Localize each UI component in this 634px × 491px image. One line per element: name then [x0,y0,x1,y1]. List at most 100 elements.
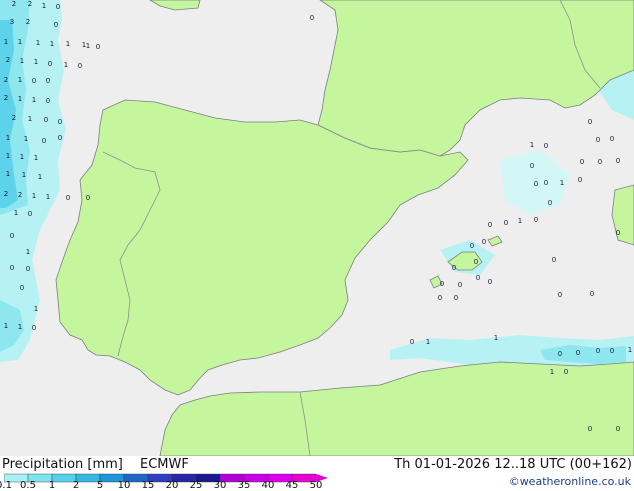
precip-value-label: 0 [44,116,48,124]
precip-value-label: 0 [10,264,14,272]
precip-value-label: 1 [426,338,430,346]
precip-value-label: 1 [530,141,534,149]
precip-value-label: 0 [46,77,50,85]
scale-tick-label: 0.1 [0,480,12,491]
precip-value-label: 0 [590,290,594,298]
credit-text[interactable]: ©weatheronline.co.uk [509,475,631,488]
precip-value-label: 2 [4,94,8,102]
precip-value-label: 0 [86,194,90,202]
precip-value-label: 0 [48,60,52,68]
scale-tick-label: 40 [261,480,275,491]
precip-value-label: 0 [488,278,492,286]
precip-value-label: 3 [10,18,14,26]
precip-value-label: 0 [504,219,508,227]
precip-value-label: 0 [20,284,24,292]
precip-value-label: 0 [476,274,480,282]
model-name: ECMWF [140,457,189,472]
precip-value-label: 0 [58,134,62,142]
scale-tick-label: 30 [213,480,227,491]
precip-value-label: 0 [610,347,614,355]
precip-value-label: 0 [474,258,478,266]
precip-value-label: 1 [32,192,36,200]
scale-tick-label: 0.5 [20,480,36,491]
precip-value-label: 1 [20,153,24,161]
precip-value-label: 0 [552,256,556,264]
precip-value-label: 1 [34,58,38,66]
scale-tick-label: 5 [96,480,104,491]
precip-value-label: 1 [550,368,554,376]
precip-value-label: 0 [454,294,458,302]
precip-value-label: 0 [458,281,462,289]
precip-value-label: 1 [26,248,30,256]
precip-value-label: 0 [66,194,70,202]
precip-value-label: 0 [438,294,442,302]
precip-value-label: 1 [66,40,70,48]
precip-value-label: 1 [20,57,24,65]
precip-value-label: 2 [12,114,16,122]
precip-value-label: 1 [86,42,90,50]
precip-value-label: 0 [616,229,620,237]
precip-value-label: 0 [558,350,562,358]
precip-value-label: 0 [596,347,600,355]
precip-value-label: 0 [32,324,36,332]
precip-value-label: 1 [36,39,40,47]
map-canvas: 2 2 1 03 2 01 1 1 1 1 1 02 1 1 0 1 02 1 0 02 1 1 02 1 0 01 1 01 1 11 1… [0,0,634,456]
precip-value-label: 1 [34,154,38,162]
precip-value-label: 1 [560,179,564,187]
precip-value-label: 1 [50,40,54,48]
precip-value-label: 0 [440,280,444,288]
scale-tick-label: 25 [189,480,203,491]
precip-value-label: 0 [578,176,582,184]
precip-value-label: 0 [452,264,456,272]
precip-value-label: 1 [18,323,22,331]
precip-value-label: 0 [610,135,614,143]
precip-value-label: 1 [64,61,68,69]
precip-value-label: 1 [6,170,10,178]
precip-value-label: 0 [616,157,620,165]
precip-value-label: 0 [534,216,538,224]
precip-value-label: 0 [558,291,562,299]
precip-value-label: 0 [580,158,584,166]
scale-tick-label: 20 [165,480,179,491]
precip-value-label: 0 [616,425,620,433]
scale-tick-label: 45 [285,480,299,491]
precip-value-label: 1 [628,346,632,354]
precip-value-label: 1 [38,173,42,181]
precip-value-label: 1 [6,134,10,142]
precip-value-label: 0 [28,210,32,218]
scale-tick-label: 2 [72,480,80,491]
precip-value-label: 0 [410,338,414,346]
precip-value-label: 2 [28,0,32,8]
precip-value-label: 2 [6,56,10,64]
precip-value-label: 1 [4,38,8,46]
precip-value-label: 1 [4,322,8,330]
precip-value-label: 1 [46,193,50,201]
precip-value-label: 0 [482,238,486,246]
precip-value-label: 0 [54,21,58,29]
precip-value-label: 0 [10,232,14,240]
legend-title: Precipitation [mm] [2,457,123,472]
precip-value-label: 0 [470,242,474,250]
precip-value-label: 1 [18,95,22,103]
precip-value-label: 0 [588,118,592,126]
precip-value-label: 0 [58,118,62,126]
map-footer: Precipitation [mm] ECMWF Th 01-01-2026 1… [0,456,634,491]
forecast-datetime: Th 01-01-2026 12..18 UTC (00+162) [394,457,632,472]
precip-value-label: 0 [530,162,534,170]
precip-value-label: 0 [310,14,314,22]
precip-value-label: 2 [18,191,22,199]
precip-value-label: 2 [4,190,8,198]
precip-value-label: 1 [518,217,522,225]
precip-value-label: 0 [544,179,548,187]
precip-value-label: 0 [78,62,82,70]
precip-value-label: 0 [564,368,568,376]
precip-value-label: 1 [34,305,38,313]
precipitation-map[interactable]: 2210320111111021101021002110210011011111… [0,0,634,456]
precip-value-label: 0 [576,349,580,357]
precip-value-label: 0 [46,97,50,105]
precip-value-label: 2 [26,18,30,26]
scale-tick-label: 1 [48,480,56,491]
scale-tick-label: 10 [117,480,131,491]
scale-tick-label: 15 [141,480,155,491]
precip-value-label: 2 [4,76,8,84]
